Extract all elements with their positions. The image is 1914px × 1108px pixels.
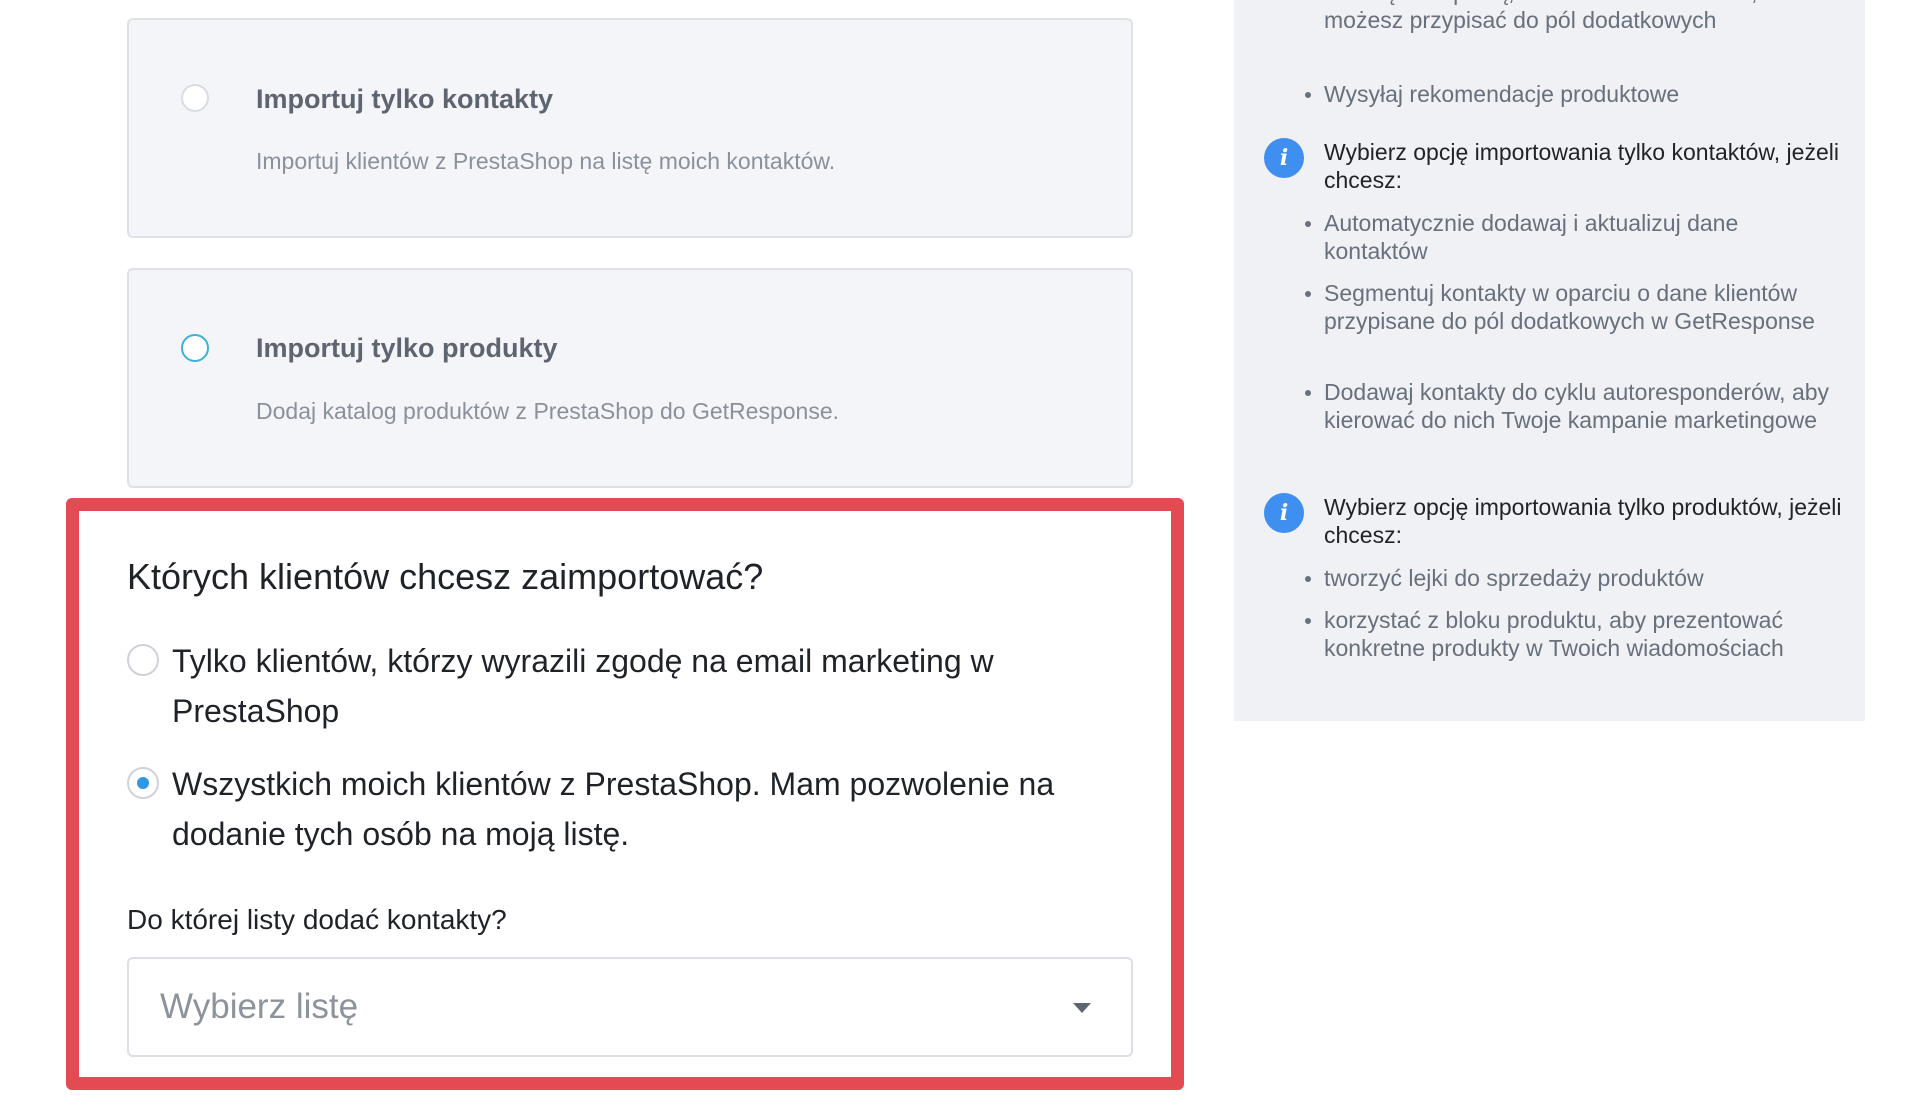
products-tip-heading: Wybierz opcję importowania tylko produkt…: [1324, 494, 1842, 548]
import-products-only-radio[interactable]: [181, 334, 209, 362]
list-item: tworzyć lejki do sprzedaży produktów: [1305, 564, 1844, 592]
list-item: Automatycznie dodawaj i aktualizuj dane …: [1305, 209, 1844, 265]
chevron-down-icon[interactable]: [1073, 1003, 1091, 1013]
import-contacts-only-title: Importuj tylko kontakty: [256, 84, 554, 114]
import-contacts-only-description: Importuj klientów z PrestaShop na listę …: [256, 148, 836, 174]
import-contacts-only-radio[interactable]: [181, 84, 209, 112]
list-item: historię zakupową, a także dane osobowe,…: [1324, 0, 1844, 34]
import-contacts-only-card[interactable]: Importuj tylko kontakty Importuj klientó…: [127, 18, 1133, 238]
list-item: Segmentuj kontakty w oparciu o dane klie…: [1305, 279, 1844, 335]
list-item: korzystać z bloku produktu, aby prezento…: [1305, 606, 1844, 662]
consented-customers-radio[interactable]: [127, 644, 159, 676]
list-item: Wysyłaj rekomendacje produktowe: [1305, 80, 1844, 108]
info-panel: historię zakupową, a także dane osobowe,…: [1234, 0, 1865, 721]
import-products-only-card[interactable]: Importuj tylko produkty Dodaj katalog pr…: [127, 268, 1133, 488]
list-select[interactable]: Wybierz listę: [127, 957, 1133, 1057]
customers-question-heading: Których klientów chcesz zaimportować?: [127, 556, 764, 597]
import-products-only-description: Dodaj katalog produktów z PrestaShop do …: [256, 398, 840, 424]
list-select-label: Do której listy dodać kontakty?: [127, 904, 507, 935]
all-customers-label[interactable]: Wszystkich moich klientów z PrestaShop. …: [172, 759, 1132, 859]
info-icon: i: [1264, 138, 1304, 178]
all-customers-radio[interactable]: [127, 767, 159, 799]
import-products-only-title: Importuj tylko produkty: [256, 333, 558, 363]
list-select-placeholder: Wybierz listę: [160, 987, 359, 1026]
consented-customers-label[interactable]: Tylko klientów, którzy wyrazili zgodę na…: [172, 636, 1132, 736]
list-item: Dodawaj kontakty do cyklu autoresponderó…: [1305, 378, 1844, 434]
contacts-tip-heading: Wybierz opcję importowania tylko kontakt…: [1324, 139, 1839, 193]
radio-selected-dot: [137, 777, 149, 789]
info-icon: i: [1264, 493, 1304, 533]
